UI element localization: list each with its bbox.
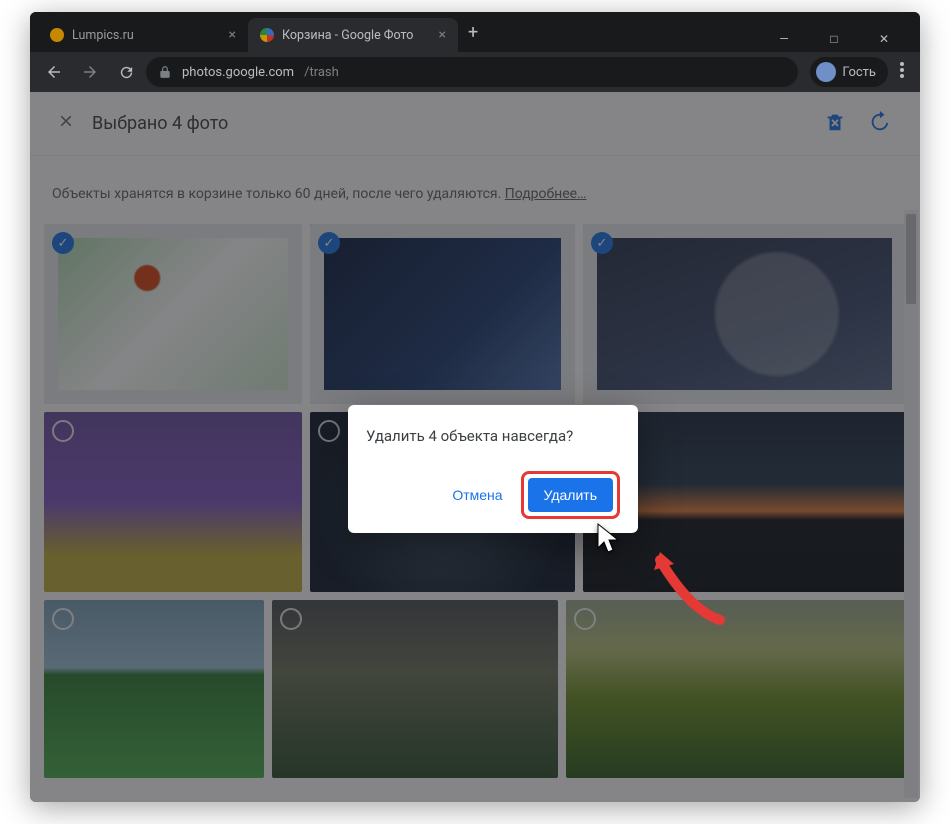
chrome-dim <box>30 12 920 92</box>
dialog-title: Удалить 4 объекта навсегда? <box>366 427 620 445</box>
browser-window: Lumpics.ru × Корзина - Google Фото × + —… <box>30 12 920 802</box>
cancel-button[interactable]: Отмена <box>448 479 506 511</box>
confirm-delete-dialog: Удалить 4 объекта навсегда? Отмена Удали… <box>348 405 638 533</box>
delete-confirm-button[interactable]: Удалить <box>528 478 613 512</box>
dialog-actions: Отмена Удалить <box>366 471 620 519</box>
annotation-highlight: Удалить <box>521 471 620 519</box>
